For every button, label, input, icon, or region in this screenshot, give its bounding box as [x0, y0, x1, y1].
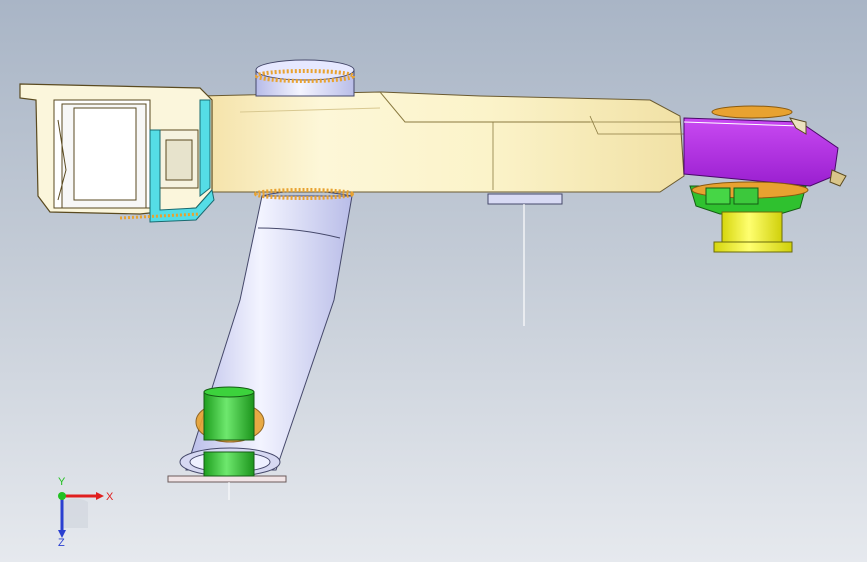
z-axis-label: Z: [58, 537, 65, 546]
yellow-bushing[interactable]: [713, 211, 793, 253]
x-axis-label: X: [106, 491, 114, 503]
center-pin[interactable]: [487, 193, 563, 326]
y-axis-dot: [58, 492, 66, 500]
purple-joint-housing[interactable]: [683, 105, 847, 187]
left-housing[interactable]: [19, 83, 213, 215]
coordinate-triad: X Y Z: [58, 476, 114, 546]
main-arm[interactable]: [199, 91, 685, 193]
graphics-viewport[interactable]: X Y Z: [0, 0, 867, 562]
cad-model[interactable]: [0, 0, 867, 562]
bottom-flange[interactable]: [167, 475, 287, 500]
lower-green-bushing[interactable]: [195, 386, 265, 477]
y-axis-label: Y: [58, 476, 66, 488]
green-nut[interactable]: [689, 181, 809, 215]
